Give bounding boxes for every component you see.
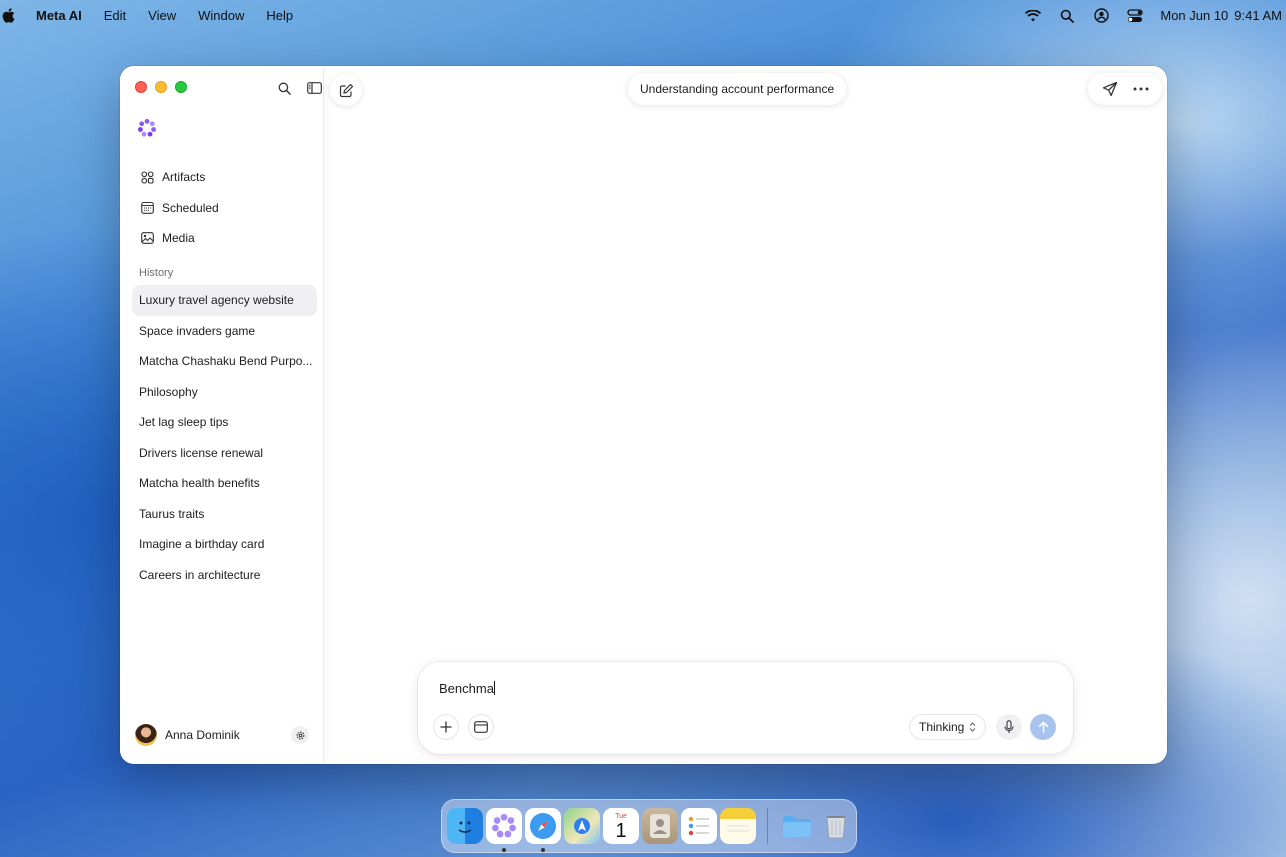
more-options-icon[interactable]: [1132, 80, 1150, 98]
image-icon: [140, 231, 154, 245]
window-icon: [474, 721, 488, 733]
menu-window[interactable]: Window: [198, 8, 244, 23]
message-input[interactable]: Benchma: [439, 681, 495, 696]
avatar: [135, 724, 157, 746]
app-window: Artifacts Scheduled Media History Luxury…: [120, 66, 1167, 764]
menubar-date: Mon Jun 10: [1160, 8, 1229, 23]
model-mode-select[interactable]: Thinking: [909, 714, 987, 740]
running-indicator: [502, 848, 506, 852]
history-list: Luxury travel agency website Space invad…: [132, 285, 317, 590]
spotlight-search-icon[interactable]: [1058, 7, 1076, 25]
send-button[interactable]: [1030, 714, 1056, 740]
menu-view[interactable]: View: [148, 8, 176, 23]
updown-chevron-icon: [969, 722, 976, 732]
sidebar-item-media[interactable]: Media: [132, 223, 316, 254]
arrow-up-icon: [1038, 721, 1048, 733]
dock-finder-icon[interactable]: [447, 808, 483, 844]
plus-icon: [440, 721, 452, 733]
menu-bar: Meta AI Edit View Window Help Mon Jun 10…: [0, 0, 1286, 31]
toggle-sidebar-icon[interactable]: [305, 79, 323, 97]
minimize-window-button[interactable]: [155, 81, 167, 93]
history-heading: History: [139, 267, 174, 279]
sidebar-item-scheduled[interactable]: Scheduled: [132, 193, 316, 224]
history-item[interactable]: Matcha Chashaku Bend Purpo...: [132, 346, 317, 377]
dock-notes-icon[interactable]: [720, 808, 756, 844]
sidebar-item-label: Scheduled: [162, 200, 219, 215]
history-item[interactable]: Taurus traits: [132, 499, 317, 530]
model-mode-label: Thinking: [919, 720, 965, 734]
menu-help[interactable]: Help: [266, 8, 293, 23]
history-item[interactable]: Matcha health benefits: [132, 468, 317, 499]
dock: Tue 1: [441, 799, 857, 853]
message-input-value: Benchma: [439, 681, 494, 696]
dock-safari-icon[interactable]: [525, 808, 561, 852]
history-item[interactable]: Drivers license renewal: [132, 438, 317, 469]
menu-app-name[interactable]: Meta AI: [36, 8, 82, 23]
user-account-icon[interactable]: [1092, 7, 1110, 25]
text-caret: [493, 681, 495, 695]
artifacts-icon: [140, 170, 154, 184]
running-indicator: [541, 848, 545, 852]
window-controls: [135, 81, 187, 93]
sidebar: Artifacts Scheduled Media History Luxury…: [120, 66, 324, 764]
dock-separator: [767, 808, 768, 844]
user-profile[interactable]: Anna Dominik: [135, 724, 240, 746]
maximize-window-button[interactable]: [175, 81, 187, 93]
share-send-icon[interactable]: [1101, 80, 1119, 98]
meta-ai-logo-icon: [137, 118, 157, 138]
history-item[interactable]: Jet lag sleep tips: [132, 407, 317, 438]
close-window-button[interactable]: [135, 81, 147, 93]
canvas-tools-button[interactable]: [468, 714, 494, 740]
add-attachment-button[interactable]: [433, 714, 459, 740]
search-icon[interactable]: [275, 79, 293, 97]
history-item[interactable]: Imagine a birthday card: [132, 529, 317, 560]
voice-input-button[interactable]: [996, 714, 1022, 740]
microphone-icon: [1004, 720, 1014, 733]
control-center-icon[interactable]: [1126, 7, 1144, 25]
wifi-icon[interactable]: [1024, 7, 1042, 25]
history-item[interactable]: Careers in architecture: [132, 560, 317, 591]
compose-icon: [337, 81, 355, 99]
user-name: Anna Dominik: [165, 728, 240, 742]
menubar-time: 9:41 AM: [1234, 8, 1282, 23]
dock-maps-icon[interactable]: [564, 808, 600, 844]
dock-calendar-icon[interactable]: Tue 1: [603, 808, 639, 844]
calendar-day: 1: [615, 819, 627, 842]
dock-contacts-icon[interactable]: [642, 808, 678, 844]
conversation-title[interactable]: Understanding account performance: [628, 73, 847, 105]
calendar-icon: [140, 201, 154, 215]
sidebar-item-artifacts[interactable]: Artifacts: [132, 162, 316, 193]
sidebar-item-label: Artifacts: [162, 170, 206, 185]
menubar-clock[interactable]: Mon Jun 10 9:41 AM: [1160, 8, 1282, 23]
history-item[interactable]: Luxury travel agency website: [132, 285, 317, 316]
new-chat-button[interactable]: [330, 74, 362, 106]
history-item[interactable]: Philosophy: [132, 377, 317, 408]
menu-edit[interactable]: Edit: [104, 8, 126, 23]
sidebar-item-label: Media: [162, 231, 195, 246]
dock-meta-ai-icon[interactable]: [486, 808, 522, 852]
history-item[interactable]: Space invaders game: [132, 316, 317, 347]
top-right-actions: [1088, 73, 1162, 105]
dock-folder-icon[interactable]: [779, 808, 815, 844]
settings-gear-icon[interactable]: [291, 726, 309, 744]
sidebar-nav: Artifacts Scheduled Media: [132, 162, 316, 254]
dock-trash-icon[interactable]: [818, 808, 854, 844]
apple-menu-icon[interactable]: [2, 8, 16, 24]
message-composer[interactable]: Benchma Thinking: [418, 662, 1073, 754]
dock-reminders-icon[interactable]: [681, 808, 717, 844]
